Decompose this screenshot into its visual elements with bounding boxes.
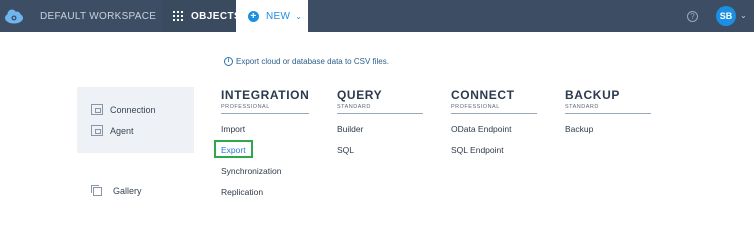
chevron-down-icon[interactable]: ⌄ [740, 11, 747, 20]
menu-item-sql-endpoint[interactable]: SQL Endpoint [451, 145, 504, 155]
workspace-label: DEFAULT WORKSPACE [40, 10, 157, 22]
new-label: NEW [266, 10, 291, 22]
column-backup: BACKUP STANDARD [565, 88, 651, 114]
column-integration: INTEGRATION PROFESSIONAL [221, 88, 309, 114]
menu-item-odata-endpoint[interactable]: OData Endpoint [451, 124, 511, 134]
connection-icon [91, 104, 103, 115]
column-subtitle: STANDARD [565, 104, 599, 110]
agent-icon [91, 125, 103, 136]
side-panel: Connection Agent [77, 87, 194, 153]
column-title: QUERY [337, 88, 383, 102]
side-item-agent[interactable]: Agent [91, 125, 134, 136]
menu-item-builder[interactable]: Builder [337, 124, 363, 134]
column-subtitle: PROFESSIONAL [221, 104, 270, 110]
info-message: i Export cloud or database data to CSV f… [224, 57, 389, 66]
new-tab[interactable]: + NEW ⌄ [236, 0, 308, 32]
avatar[interactable]: SB [716, 6, 736, 26]
workspace-selector[interactable]: DEFAULT WORKSPACE ⌄ [30, 0, 178, 32]
objects-label: OBJECTS [191, 10, 242, 22]
column-divider [451, 113, 537, 114]
plus-circle-icon: + [248, 10, 259, 22]
column-query: QUERY STANDARD [337, 88, 423, 114]
column-divider [221, 113, 309, 114]
column-title: BACKUP [565, 88, 620, 102]
side-item-label: Agent [110, 125, 134, 136]
menu-item-import[interactable]: Import [221, 124, 245, 134]
column-divider [565, 113, 651, 114]
cloud-logo-icon[interactable] [4, 7, 24, 25]
top-bar: DEFAULT WORKSPACE ⌄ OBJECTS + NEW ⌄ ? SB… [0, 0, 754, 32]
chevron-down-icon: ⌄ [295, 11, 303, 21]
side-item-label: Connection [110, 104, 156, 115]
menu-item-synchronization[interactable]: Synchronization [221, 166, 281, 176]
column-title: CONNECT [451, 88, 515, 102]
column-title: INTEGRATION [221, 88, 310, 102]
column-subtitle: PROFESSIONAL [451, 104, 500, 110]
help-icon[interactable]: ? [687, 11, 698, 22]
column-subtitle: STANDARD [337, 104, 371, 110]
gallery-label: Gallery [113, 186, 142, 196]
column-divider [337, 113, 423, 114]
export-highlight [214, 140, 253, 158]
menu-item-replication[interactable]: Replication [221, 187, 263, 197]
gallery-icon [91, 184, 102, 196]
menu-item-sql[interactable]: SQL [337, 145, 354, 155]
info-text: Export cloud or database data to CSV fil… [236, 57, 389, 66]
column-connect: CONNECT PROFESSIONAL [451, 88, 537, 114]
gallery-link[interactable]: Gallery [91, 184, 142, 196]
side-item-connection[interactable]: Connection [91, 104, 156, 115]
menu-item-backup[interactable]: Backup [565, 124, 593, 134]
info-icon: i [224, 57, 233, 66]
grid-icon [173, 11, 183, 21]
